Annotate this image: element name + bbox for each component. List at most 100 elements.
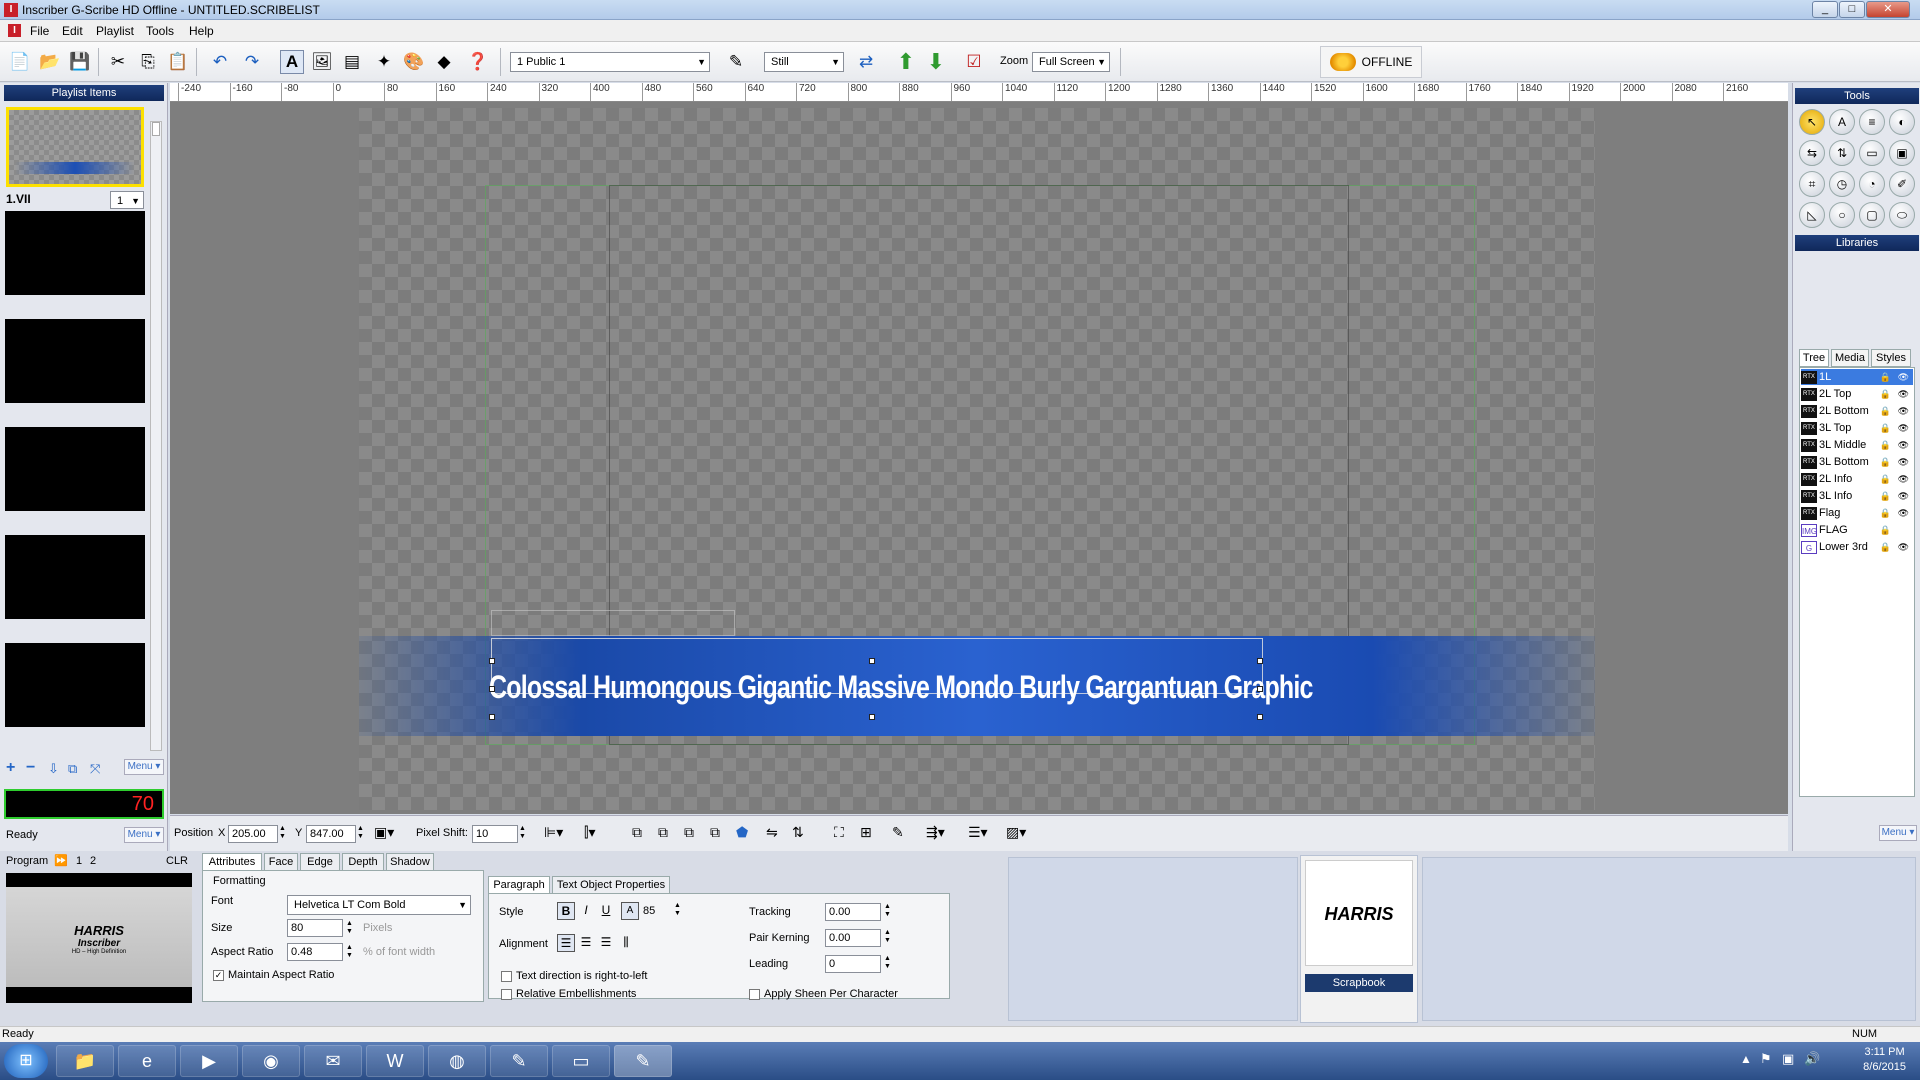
playlist-menu-button[interactable]: Menu ▾	[124, 759, 164, 775]
tab-face[interactable]: Face	[264, 853, 298, 870]
lock-icon[interactable]: 🔒	[1880, 488, 1891, 504]
edit-note-icon[interactable]: ✎	[724, 50, 748, 74]
add-icon[interactable]: +	[6, 759, 15, 777]
maintain-aspect-checkbox[interactable]: ✓ Maintain Aspect Ratio	[213, 969, 334, 981]
playlist-item[interactable]	[5, 535, 145, 619]
effects-icon[interactable]: ✦	[372, 50, 396, 74]
reader-icon[interactable]: ✉	[304, 1045, 362, 1077]
distribute-icon[interactable]: ⫿▾	[584, 824, 596, 841]
scrapbook-logo[interactable]: HARRIS	[1305, 860, 1413, 966]
media-player-icon[interactable]: ▶	[180, 1045, 238, 1077]
menu-help[interactable]: Help	[189, 24, 214, 38]
color-picker-icon[interactable]: ▣▾	[374, 824, 394, 841]
visibility-icon[interactable]: 👁	[1898, 369, 1909, 385]
kerning-spinner-icon[interactable]: ▲ ▼	[883, 929, 892, 945]
small-caps-icon[interactable]: A	[621, 902, 639, 920]
checkbox-icon[interactable]	[501, 988, 512, 1000]
library-item[interactable]: RTX 2L Top 🔒 👁	[1801, 386, 1913, 402]
style-size-value[interactable]: 85	[643, 905, 655, 917]
y-spinner-icon[interactable]: ▲ ▼	[356, 825, 365, 841]
lock-icon[interactable]: 🔒	[1880, 522, 1891, 538]
pixel-shift-input[interactable]: 10	[472, 825, 518, 843]
lock-icon[interactable]: 🔒	[1880, 539, 1891, 555]
remove-icon[interactable]: −	[26, 759, 35, 777]
justify-icon[interactable]: ⫼	[617, 934, 635, 952]
rect-tool-icon[interactable]: ▭	[1859, 140, 1885, 166]
program-button-2[interactable]: 2	[90, 855, 96, 867]
pill-tool-icon[interactable]: ⬭	[1889, 202, 1915, 228]
move-down-icon[interactable]: ⬇	[924, 49, 948, 74]
resize-handle[interactable]	[489, 714, 495, 720]
menu-edit[interactable]: Edit	[62, 24, 83, 38]
bring-front-icon[interactable]: ⧉	[632, 824, 642, 841]
checkbox-icon[interactable]	[501, 970, 512, 982]
lock-icon[interactable]: 🔒	[1880, 386, 1891, 402]
text-tool-icon[interactable]: A	[1829, 109, 1855, 135]
redo-icon[interactable]: ↷	[240, 50, 264, 74]
list-icon[interactable]: ☰▾	[968, 824, 988, 841]
inscriber-icon[interactable]: ✎	[490, 1045, 548, 1077]
tab-text-object-properties[interactable]: Text Object Properties	[552, 876, 670, 893]
visibility-icon[interactable]: 👁	[1898, 505, 1909, 521]
rounded-rect-tool-icon[interactable]: ▢	[1859, 202, 1885, 228]
move-up-icon[interactable]: ⬆	[894, 49, 918, 74]
resize-handle[interactable]	[489, 658, 495, 664]
library-item[interactable]: RTX 3L Info 🔒 👁	[1801, 488, 1913, 504]
lock-icon[interactable]: 🔒	[1880, 505, 1891, 521]
tab-shadow[interactable]: Shadow	[386, 853, 434, 870]
volume-icon[interactable]: 🔊	[1804, 1051, 1820, 1067]
resize-handle[interactable]	[1257, 714, 1263, 720]
leading-input[interactable]: 0	[825, 955, 881, 973]
explorer-icon[interactable]: 📁	[56, 1045, 114, 1077]
text-tool-icon[interactable]: A	[280, 50, 304, 74]
copy-icon[interactable]: ⎘	[136, 50, 160, 74]
duplicate-icon[interactable]: ⧉	[68, 761, 77, 777]
sheen-checkbox[interactable]: Apply Sheen Per Character	[749, 988, 898, 1000]
y-position-input[interactable]: 847.00	[306, 825, 356, 843]
program-button-1[interactable]: 1	[76, 855, 82, 867]
graphic-canvas[interactable]: Colossal Humongous Gigantic Massive Mond…	[359, 108, 1595, 810]
bold-icon[interactable]: B	[557, 902, 575, 920]
leading-spinner-icon[interactable]: ▲ ▼	[883, 955, 892, 971]
style-icon[interactable]: ▨▾	[1006, 824, 1026, 841]
relative-embellishments-checkbox[interactable]: Relative Embellishments	[501, 988, 636, 1000]
object-icon[interactable]: ◆	[432, 50, 456, 74]
transition-icon[interactable]: ⇶▾	[926, 824, 945, 841]
zoom-select[interactable]: Full Screen ▼	[1032, 52, 1110, 72]
kerning-input[interactable]: 0.00	[825, 929, 881, 947]
playlist-item-selected[interactable]	[6, 107, 144, 187]
tab-tree[interactable]: Tree	[1799, 349, 1829, 367]
crop-tool-icon[interactable]: ⌗	[1799, 171, 1825, 197]
edit-path-icon[interactable]: ✎	[892, 824, 904, 841]
lock-icon[interactable]: 🔒	[1880, 369, 1891, 385]
playlist-item[interactable]	[5, 643, 145, 727]
paste-icon[interactable]: 📋	[166, 50, 190, 74]
timer-tool-icon[interactable]: ◔	[1859, 171, 1885, 197]
playlist-item[interactable]	[5, 319, 145, 403]
tab-media[interactable]: Media	[1831, 349, 1869, 367]
polygon-tool-icon[interactable]: ◺	[1799, 202, 1825, 228]
visibility-icon[interactable]: 👁	[1898, 437, 1909, 453]
menu-file[interactable]: File	[30, 24, 49, 38]
status-menu-button[interactable]: Menu ▾	[124, 827, 164, 843]
minimize-button[interactable]: _	[1812, 1, 1838, 18]
center-icon[interactable]: ⊞	[860, 824, 872, 841]
open-icon[interactable]: 📂	[38, 50, 62, 74]
tab-depth[interactable]: Depth	[342, 853, 384, 870]
close-button[interactable]: ✕	[1866, 1, 1910, 18]
group-icon[interactable]: ⧉	[684, 824, 694, 841]
library-item[interactable]: RTX 3L Middle 🔒 👁	[1801, 437, 1913, 453]
lock-icon[interactable]: 🔒	[1880, 437, 1891, 453]
playlist-item[interactable]	[5, 427, 145, 511]
check-icon[interactable]: ☑	[962, 50, 986, 74]
italic-icon[interactable]: I	[577, 902, 595, 920]
libraries-menu-button[interactable]: Menu ▾	[1879, 825, 1917, 841]
terminal-icon[interactable]: ▭	[552, 1045, 610, 1077]
word-icon[interactable]: W	[366, 1045, 424, 1077]
playlist-scrollbar[interactable]	[150, 121, 162, 751]
undo-icon[interactable]: ↶	[208, 50, 232, 74]
lock-icon[interactable]: 🔒	[1880, 420, 1891, 436]
item-page-select[interactable]: 1 ▼	[110, 191, 144, 209]
visibility-icon[interactable]: 👁	[1898, 403, 1909, 419]
layers-icon[interactable]: ▤	[340, 50, 364, 74]
